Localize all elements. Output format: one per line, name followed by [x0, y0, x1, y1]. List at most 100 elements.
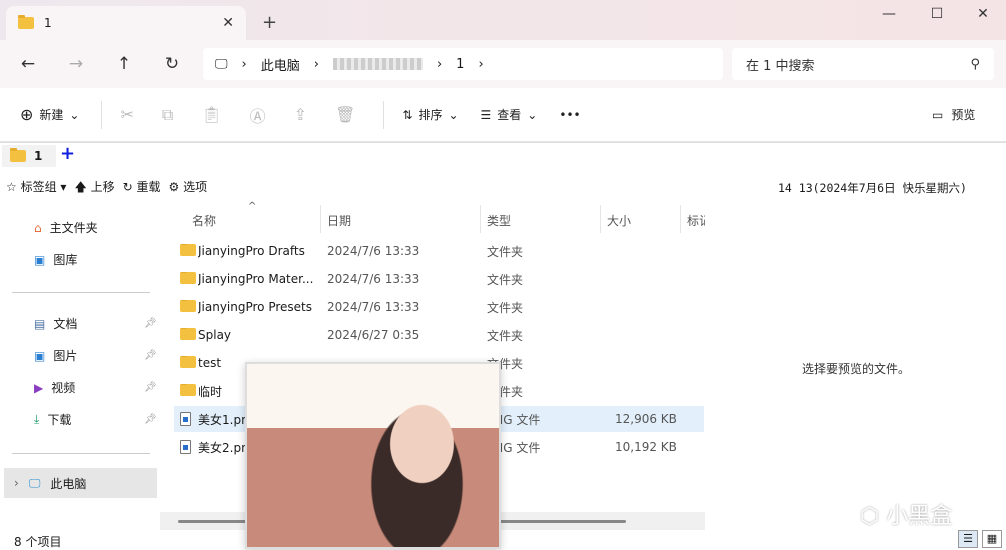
tiles-view-icon[interactable]: ▦: [982, 530, 1002, 548]
sidebar-item-this-pc[interactable]: › 🖵 此电脑: [4, 468, 157, 498]
minimize-button[interactable]: —: [866, 6, 912, 22]
tab-close-icon[interactable]: ✕: [222, 15, 234, 31]
view-icon: ☰: [480, 107, 492, 122]
file-size: 10,192 KB: [615, 440, 677, 454]
tab-title: 1: [44, 16, 52, 30]
image-hover-preview: [245, 362, 501, 549]
column-divider[interactable]: [320, 205, 321, 233]
breadcrumb-computer[interactable]: 此电脑: [261, 55, 300, 74]
file-type: 文件夹: [487, 244, 524, 259]
up-button[interactable]: ↑: [112, 54, 136, 74]
preview-pane-icon: ▭: [932, 107, 944, 122]
sort-button[interactable]: ⇅ 排序 ⌄: [402, 106, 458, 123]
chevron-right-icon: ›: [14, 476, 19, 490]
add-quick-tab-button[interactable]: +: [60, 143, 75, 164]
cut-icon[interactable]: ✂: [120, 105, 133, 124]
forward-button[interactable]: →: [64, 54, 88, 74]
sidebar-item-downloads[interactable]: ⤓ 下载: [34, 411, 71, 428]
sort-label: 排序: [418, 108, 443, 122]
folder-icon: [180, 384, 196, 396]
column-tags[interactable]: 标记: [687, 212, 705, 229]
new-button[interactable]: ⊕ 新建 ⌄: [20, 105, 79, 124]
sidebar-item-home[interactable]: ⌂ 主文件夹: [34, 219, 98, 236]
divider: [101, 100, 103, 129]
details-view-icon[interactable]: ☰: [958, 530, 978, 548]
column-divider[interactable]: [480, 205, 481, 233]
column-type[interactable]: 类型: [487, 212, 511, 229]
pin-icon[interactable]: 📌︎: [144, 350, 157, 361]
preview-pane-message: 选择要预览的文件。: [802, 362, 911, 376]
breadcrumb-sep: ›: [313, 56, 319, 72]
search-icon: ⚲: [970, 56, 980, 72]
more-button[interactable]: •••: [559, 108, 580, 122]
file-name: JianyingPro Mater...: [198, 272, 314, 286]
new-tab-button[interactable]: +: [262, 12, 277, 33]
copy-icon[interactable]: ⧉: [162, 105, 173, 125]
breadcrumb-sep: ›: [436, 56, 443, 72]
window-tab[interactable]: 1 ✕: [6, 6, 246, 40]
file-row[interactable]: JianyingPro Drafts 2024/7/6 13:33 文件夹: [174, 238, 704, 264]
back-button[interactable]: ←: [16, 54, 40, 74]
pictures-icon: ▣: [34, 348, 46, 363]
quick-tab-strip: [0, 142, 1006, 170]
file-type: 文件夹: [487, 272, 524, 287]
file-row[interactable]: JianyingPro Mater... 2024/7/6 13:33 文件夹: [174, 266, 704, 292]
computer-icon: 🖵: [28, 475, 41, 490]
pin-icon[interactable]: 📌︎: [144, 318, 157, 329]
folder-icon: [180, 328, 196, 340]
breadcrumb-current[interactable]: 1: [456, 57, 464, 72]
view-toggle: ☰ ▦: [958, 530, 1002, 548]
sidebar-label: 下载: [47, 413, 72, 427]
folder-icon: [180, 300, 196, 312]
sidebar-item-videos[interactable]: ▶ 视频: [34, 379, 75, 396]
breadcrumb-sep: ›: [241, 56, 247, 72]
address-input[interactable]: 🖵 › 此电脑 › › 1 ›: [203, 48, 723, 80]
sidebar-item-documents[interactable]: ▤ 文档: [34, 315, 77, 332]
view-button[interactable]: ☰ 查看 ⌄: [481, 106, 538, 123]
reload-button[interactable]: ↻ 重载: [123, 178, 161, 199]
sidebar-label: 主文件夹: [49, 221, 98, 235]
column-divider[interactable]: [600, 205, 601, 233]
refresh-button[interactable]: ↻: [160, 54, 184, 74]
pin-icon[interactable]: 📌︎: [144, 382, 157, 393]
sidebar-item-pictures[interactable]: ▣ 图片: [34, 347, 77, 364]
bookmark-groups-button[interactable]: ☆ 标签组 ▾: [6, 178, 66, 199]
move-up-button[interactable]: 🡅 上移: [74, 178, 114, 199]
column-name[interactable]: 名称: [192, 212, 216, 229]
sidebar-label: 图片: [53, 349, 78, 363]
file-row[interactable]: Splay 2024/6/27 0:35 文件夹: [174, 322, 704, 348]
file-date: 2024/6/27 0:35: [327, 328, 420, 342]
column-size[interactable]: 大小: [607, 212, 631, 229]
column-date[interactable]: 日期: [327, 212, 351, 229]
options-button[interactable]: ⚙ 选项: [169, 178, 208, 199]
chevron-down-icon: ⌄: [69, 107, 80, 122]
sidebar-item-gallery[interactable]: ▣ 图库: [34, 251, 77, 268]
preview-label: 预览: [951, 108, 976, 122]
share-icon[interactable]: ⇪: [294, 105, 307, 124]
breadcrumb-redacted[interactable]: [332, 58, 423, 70]
toolbar: ⊕ 新建 ⌄ ✂ ⧉ 📋︎ Ⓐ ⇪ 🗑︎ ⇅ 排序 ⌄ ☰ 查看 ⌄ •••: [0, 88, 1006, 142]
chevron-down-icon: ⌄: [448, 107, 459, 122]
preview-button[interactable]: ▭ 预览: [932, 106, 975, 123]
file-row[interactable]: JianyingPro Presets 2024/7/6 13:33 文件夹: [174, 294, 704, 320]
bookmark-label: 标签组: [20, 180, 57, 194]
file-size: 12,906 KB: [615, 412, 677, 426]
plus-icon: ⊕: [20, 105, 34, 124]
file-name: Splay: [198, 328, 232, 342]
rename-icon[interactable]: Ⓐ: [250, 103, 266, 127]
search-input[interactable]: 在 1 中搜索 ⚲: [732, 48, 994, 80]
new-label: 新建: [39, 108, 64, 122]
maximize-button[interactable]: ☐: [914, 6, 960, 22]
file-name: JianyingPro Presets: [198, 300, 313, 314]
sidebar-label: 图库: [53, 253, 78, 267]
quick-tab-1[interactable]: 1: [2, 145, 56, 167]
paste-icon[interactable]: 📋︎: [201, 105, 221, 124]
close-button[interactable]: ✕: [960, 6, 1006, 22]
file-date: 2024/7/6 13:33: [327, 300, 420, 314]
delete-icon[interactable]: 🗑︎: [335, 105, 355, 124]
divider: [383, 100, 385, 129]
column-divider[interactable]: [680, 205, 681, 233]
file-date: 2024/7/6 13:33: [327, 272, 420, 286]
pin-icon[interactable]: 📌︎: [144, 414, 157, 425]
search-placeholder: 在 1 中搜索: [746, 58, 815, 74]
